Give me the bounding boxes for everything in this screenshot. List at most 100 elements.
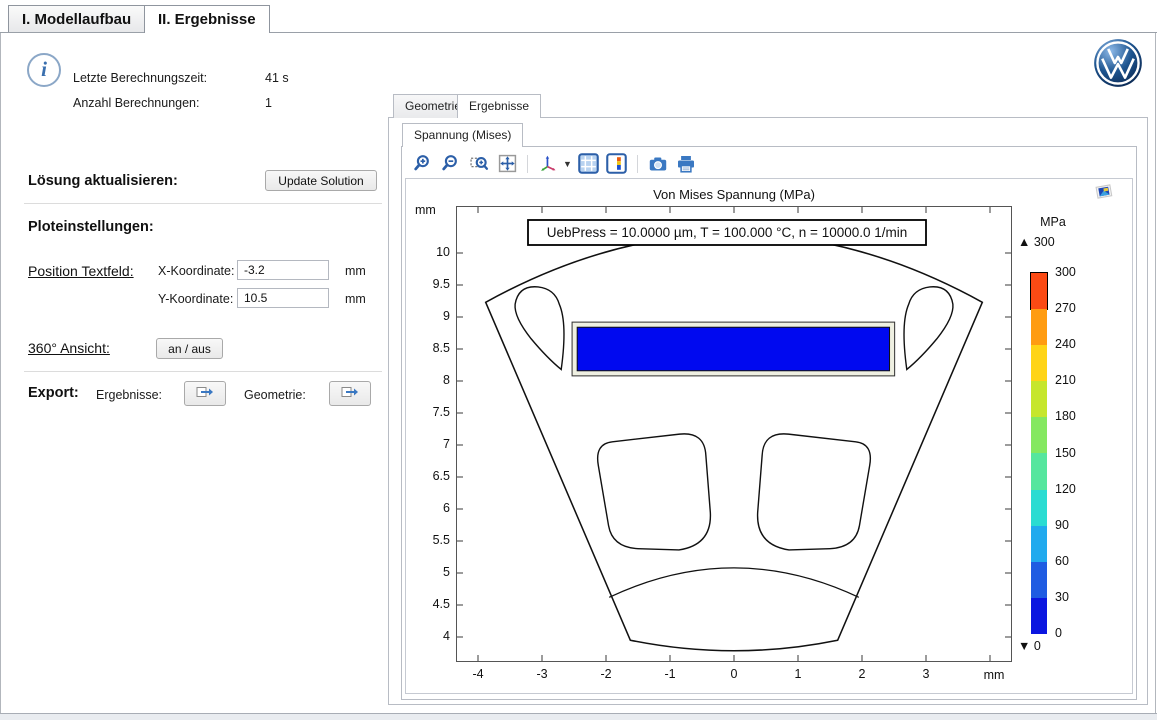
last-calc-time-value: 41 s <box>265 71 289 85</box>
toolbar-separator <box>637 155 638 173</box>
rotor-geometry <box>486 234 983 651</box>
colorbar-band <box>1031 273 1047 309</box>
vw-logo <box>1092 37 1144 89</box>
triangle-down-icon: ▼ <box>1018 639 1030 653</box>
viewer-tab-ergebnisse[interactable]: Ergebnisse <box>457 94 541 118</box>
colorbar-tick-label: 210 <box>1055 373 1076 387</box>
colorbar-band <box>1031 562 1047 598</box>
zoom-out-icon[interactable] <box>440 153 462 175</box>
colorbar-tick-label: 30 <box>1055 590 1069 604</box>
y-coordinate-unit: mm <box>345 292 366 306</box>
footer-strip <box>0 714 1157 720</box>
plot-toolbar: ▼ <box>406 149 1132 178</box>
colorbar-band <box>1031 417 1047 453</box>
y-axis-unit-label: mm <box>415 203 436 217</box>
colorbar-band <box>1031 345 1047 381</box>
calc-count-label: Anzahl Berechnungen: <box>73 96 199 110</box>
graphics-area[interactable]: Von Mises Spannung (MPa) mm <box>405 178 1133 694</box>
colorbar-tick-label: 90 <box>1055 518 1069 532</box>
export-geometry-label: Geometrie: <box>244 388 306 402</box>
plot-frame <box>457 207 1012 662</box>
axis-tick-label: 4.5 <box>410 597 450 611</box>
update-solution-button[interactable]: Update Solution <box>265 170 377 191</box>
window-border-right <box>1155 32 1156 713</box>
export-icon <box>341 388 359 402</box>
axis-tick-label: 9 <box>410 309 450 323</box>
divider <box>24 371 382 372</box>
plot-tab-spannung-mises[interactable]: Spannung (Mises) <box>402 123 523 147</box>
export-icon <box>196 388 214 402</box>
plot-window-icon[interactable] <box>1094 183 1114 201</box>
x-axis-unit-label: mm <box>972 668 1016 682</box>
colorbar-band <box>1031 490 1047 526</box>
window-border-left <box>0 32 1 713</box>
axis-tick-label: 7 <box>410 437 450 451</box>
orientation-axes-icon[interactable] <box>537 153 559 175</box>
x-coordinate-unit: mm <box>345 264 366 278</box>
axis-tick-label: 1 <box>778 667 818 681</box>
colorbar-tick-label: 240 <box>1055 337 1076 351</box>
colorbar-tick-label: 300 <box>1055 265 1076 279</box>
axis-tick-label: -4 <box>458 667 498 681</box>
update-solution-section-label: Lösung aktualisieren: <box>28 173 178 189</box>
snapshot-camera-icon[interactable] <box>647 153 669 175</box>
view-360-toggle-button[interactable]: an / aus <box>156 338 223 359</box>
export-section-label: Export: <box>28 385 79 401</box>
plot-settings-section-label: Ploteinstellungen: <box>28 219 154 235</box>
position-textfield-label: Position Textfeld: <box>28 263 134 279</box>
export-geometry-button[interactable] <box>329 381 371 406</box>
sector-outline <box>486 234 983 651</box>
colorbar-unit-label: MPa <box>1023 215 1083 229</box>
colorbar-tick-label: 180 <box>1055 409 1076 423</box>
chevron-down-icon[interactable]: ▼ <box>563 159 572 169</box>
axis-tick-label: 10 <box>410 245 450 259</box>
colorbar-tick-label: 0 <box>1055 626 1062 640</box>
info-icon: i <box>27 53 61 87</box>
colorbar-band <box>1031 309 1047 345</box>
colorbar-tick-label: 270 <box>1055 301 1076 315</box>
tab-ergebnisse[interactable]: II. Ergebnisse <box>144 5 270 33</box>
colorbar <box>1031 273 1047 634</box>
y-coordinate-input[interactable] <box>237 288 329 308</box>
colorbar-tick-label: 150 <box>1055 446 1076 460</box>
axis-tick-label: 0 <box>714 667 754 681</box>
legend-toggle-icon[interactable] <box>606 153 628 175</box>
tab-modellaufbau[interactable]: I. Modellaufbau <box>8 5 145 32</box>
colorbar-tick-label: 120 <box>1055 482 1076 496</box>
axis-tick-label: 2 <box>842 667 882 681</box>
colorbar-tick-label: 60 <box>1055 554 1069 568</box>
magnet-region <box>577 327 889 371</box>
calc-count-value: 1 <box>265 96 272 110</box>
annotation-box: UebPress = 10.0000 µm, T = 100.000 °C, n… <box>528 220 926 245</box>
zoom-extents-icon[interactable] <box>496 153 518 175</box>
grid-toggle-icon[interactable] <box>578 153 600 175</box>
last-calc-time-label: Letzte Berechnungszeit: <box>73 71 207 85</box>
axis-tick-label: 6.5 <box>410 469 450 483</box>
y-coordinate-label: Y-Koordinate: <box>158 292 233 306</box>
export-results-button[interactable] <box>184 381 226 406</box>
axis-tick-label: 6 <box>410 501 450 515</box>
axis-tick-label: 5 <box>410 565 450 579</box>
view-360-label: 360° Ansicht: <box>28 340 110 356</box>
axis-tick-label: -3 <box>522 667 562 681</box>
plot-title: Von Mises Spannung (MPa) <box>456 187 1012 202</box>
zoom-box-icon[interactable] <box>468 153 490 175</box>
colorbar-band <box>1031 526 1047 562</box>
axis-tick-label: 9.5 <box>410 277 450 291</box>
x-coordinate-input[interactable] <box>237 260 329 280</box>
print-icon[interactable] <box>675 153 697 175</box>
axis-tick-label: 5.5 <box>410 533 450 547</box>
colorbar-over-marker: ▲ 300 <box>1018 235 1055 249</box>
zoom-in-icon[interactable] <box>412 153 434 175</box>
axis-tick-label: 4 <box>410 629 450 643</box>
colorbar-band <box>1031 598 1047 634</box>
axis-tick-label: 8 <box>410 373 450 387</box>
axis-tick-label: 7.5 <box>410 405 450 419</box>
axis-tick-label: -1 <box>650 667 690 681</box>
colorbar-labels: 0306090120150180210240270300 <box>1055 273 1089 634</box>
colorbar-band <box>1031 453 1047 489</box>
contour-plot[interactable]: UebPress = 10.0000 µm, T = 100.000 °C, n… <box>456 206 1012 662</box>
colorbar-under-marker: ▼ 0 <box>1018 639 1041 653</box>
triangle-up-icon: ▲ <box>1018 235 1030 249</box>
axis-tick-label: 8.5 <box>410 341 450 355</box>
